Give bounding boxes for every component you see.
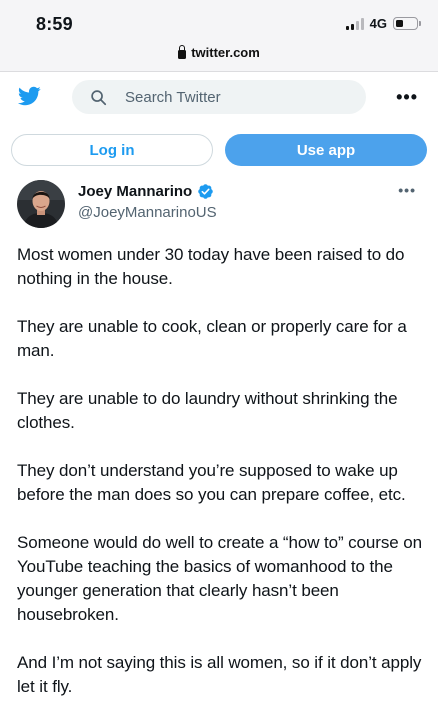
cellular-signal-icon	[345, 17, 364, 30]
author-name[interactable]: Joey Mannarino	[78, 183, 192, 200]
status-time: 8:59	[36, 14, 73, 34]
twitter-top-bar: •••	[0, 72, 438, 124]
tweet-paragraph: Someone would do well to create a “how t…	[17, 533, 422, 624]
tweet-paragraph: They are unable to do laundry without sh…	[17, 389, 398, 432]
url-text: twitter.com	[191, 45, 260, 60]
browser-chrome: 8:59 4G twitter.com	[0, 0, 438, 72]
avatar-image	[17, 180, 65, 228]
tweet-paragraph: And I’m not saying this is all women, so…	[17, 653, 422, 696]
use-app-button[interactable]: Use app	[225, 134, 427, 166]
verified-badge-icon	[198, 184, 213, 199]
search-box[interactable]	[72, 80, 366, 114]
battery-icon	[393, 17, 421, 30]
tweet-paragraph: They don’t understand you’re supposed to…	[17, 461, 406, 504]
auth-button-row: Log in Use app	[11, 134, 427, 166]
author-name-row[interactable]: Joey Mannarino	[78, 183, 214, 200]
twitter-bird-icon[interactable]	[15, 84, 43, 108]
tweet-paragraph: They are unable to cook, clean or proper…	[17, 317, 407, 360]
avatar[interactable]	[17, 180, 65, 228]
author-handle[interactable]: @JoeyMannarinoUS	[78, 204, 217, 221]
search-icon	[91, 89, 107, 105]
url-bar[interactable]: twitter.com	[0, 45, 438, 60]
status-indicators: 4G	[345, 16, 421, 31]
tweet-more-icon[interactable]: •••	[398, 182, 416, 198]
search-input[interactable]	[125, 88, 345, 106]
lock-icon	[178, 45, 187, 59]
battery-fill	[395, 19, 403, 27]
network-type: 4G	[369, 16, 387, 31]
login-button[interactable]: Log in	[11, 134, 213, 166]
tweet-paragraph: Most women under 30 today have been rais…	[17, 245, 405, 288]
tweet-text: Most women under 30 today have been rais…	[17, 243, 425, 720]
more-dots-icon[interactable]: •••	[396, 87, 418, 108]
